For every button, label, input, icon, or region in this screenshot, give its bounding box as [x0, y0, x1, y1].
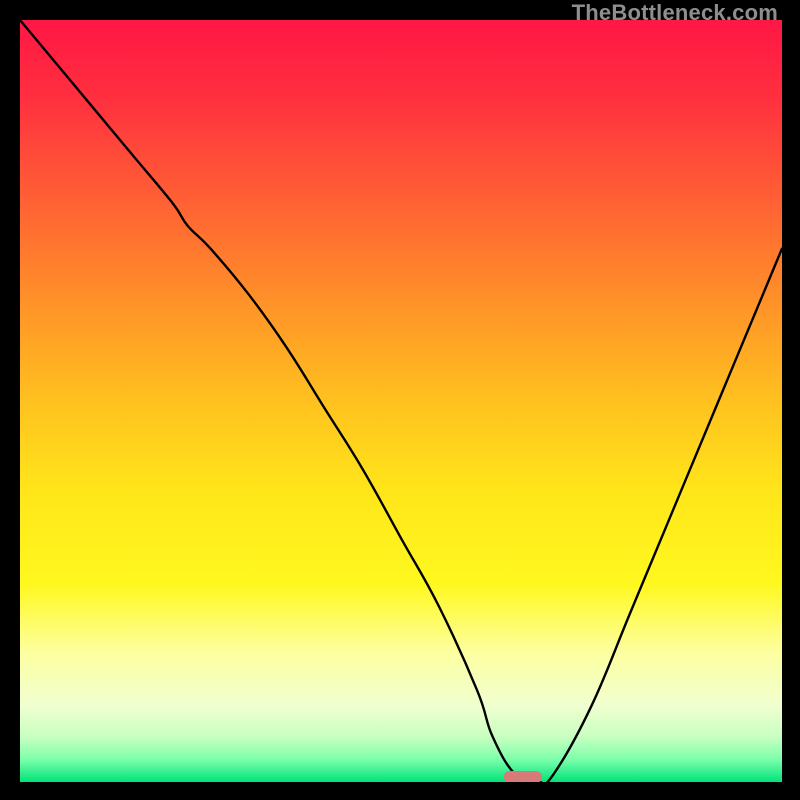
- bottleneck-chart: [20, 20, 782, 782]
- optimal-marker: [504, 771, 542, 782]
- chart-frame: [20, 20, 782, 782]
- gradient-background: [20, 20, 782, 782]
- watermark-text: TheBottleneck.com: [572, 0, 778, 26]
